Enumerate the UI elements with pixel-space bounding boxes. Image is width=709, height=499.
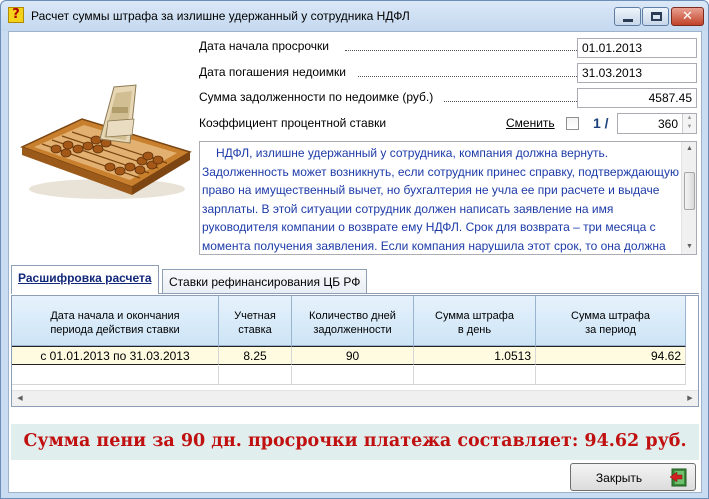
leader-dots: [444, 101, 577, 102]
table-row[interactable]: с 01.01.2013 по 31.03.2013 8.25 90 1.051…: [12, 346, 686, 365]
change-link[interactable]: Сменить: [506, 116, 555, 130]
close-icon: ✕: [682, 9, 693, 24]
change-checkbox[interactable]: [566, 117, 579, 130]
window-title: Расчет суммы штрафа за излишне удержанны…: [31, 9, 410, 23]
spin-arrows-icon[interactable]: ▲ ▼: [682, 114, 696, 133]
close-button-label: Закрыть: [595, 471, 643, 485]
ratio-spinbox[interactable]: 360 ▲ ▼: [617, 113, 697, 134]
abacus-money-image: [20, 84, 192, 199]
close-window-button[interactable]: ✕: [671, 7, 704, 26]
days-cell[interactable]: 90: [292, 346, 414, 365]
ratio-prefix: 1 /: [593, 115, 609, 131]
leader-dots: [358, 76, 577, 77]
debt-label: Сумма задолженности по недоимке (руб.): [199, 90, 434, 104]
start-date-field[interactable]: 01.01.2013: [577, 38, 697, 58]
table-header: Дата начала и окончания периода действия …: [12, 296, 686, 346]
app-window: ? Расчет суммы штрафа за излишне удержан…: [0, 0, 709, 499]
scroll-left-icon[interactable]: ◀: [12, 391, 28, 406]
minimize-icon: [623, 19, 633, 22]
start-date-label: Дата начала просрочки: [199, 39, 330, 53]
period-cell[interactable]: с 01.01.2013 по 31.03.2013: [12, 346, 219, 365]
close-button[interactable]: Закрыть: [570, 463, 696, 491]
daily-fine-cell[interactable]: 1.0513: [414, 346, 536, 365]
column-header[interactable]: Сумма штрафа в день: [414, 296, 536, 346]
client-area: Дата начала просрочки 01.01.2013 Дата по…: [8, 31, 702, 493]
column-header[interactable]: Сумма штрафа за период: [536, 296, 686, 346]
column-header[interactable]: Количество дней задолженности: [292, 296, 414, 346]
scroll-thumb[interactable]: [684, 172, 695, 210]
table-row: [12, 366, 686, 385]
scroll-right-icon[interactable]: ▶: [682, 391, 698, 406]
tab-refinancing-rates[interactable]: Ставки рефинансирования ЦБ РФ: [162, 269, 368, 294]
question-icon: ?: [8, 7, 24, 23]
maximize-icon: [651, 12, 662, 21]
description-text: НДФЛ, излишне удержанный у сотрудника, к…: [202, 146, 679, 253]
debt-amount-field[interactable]: 4587.45: [577, 88, 697, 108]
maximize-button[interactable]: [642, 7, 669, 26]
tab-calculation-breakdown[interactable]: Расшифровка расчета: [11, 265, 159, 294]
summary-panel: Сумма пени за 90 дн. просрочки платежа с…: [11, 424, 699, 460]
end-date-field[interactable]: 31.03.2013: [577, 63, 697, 83]
vertical-scrollbar[interactable]: ▲ ▼: [681, 142, 696, 254]
exit-door-icon: [669, 468, 687, 487]
leader-dots: [345, 50, 577, 51]
column-header[interactable]: Дата начала и окончания периода действия …: [12, 296, 219, 346]
period-fine-cell[interactable]: 94.62: [536, 346, 686, 365]
minimize-button[interactable]: [614, 7, 641, 26]
horizontal-scrollbar[interactable]: ◀ ▶: [12, 390, 698, 406]
scroll-up-icon[interactable]: ▲: [682, 142, 696, 156]
calculation-table: Дата начала и окончания периода действия …: [11, 295, 699, 407]
column-header[interactable]: Учетная ставка: [219, 296, 292, 346]
end-date-label: Дата погашения недоимки: [199, 65, 346, 79]
ratio-value: 360: [657, 117, 678, 131]
rate-coefficient-label: Коэффициент процентной ставки: [199, 116, 387, 130]
summary-text: Сумма пени за 90 дн. просрочки платежа с…: [23, 431, 687, 451]
rate-cell[interactable]: 8.25: [219, 346, 292, 365]
description-box[interactable]: НДФЛ, излишне удержанный у сотрудника, к…: [199, 141, 697, 255]
title-bar[interactable]: ? Расчет суммы штрафа за излишне удержан…: [1, 1, 708, 31]
scroll-down-icon[interactable]: ▼: [682, 240, 696, 254]
